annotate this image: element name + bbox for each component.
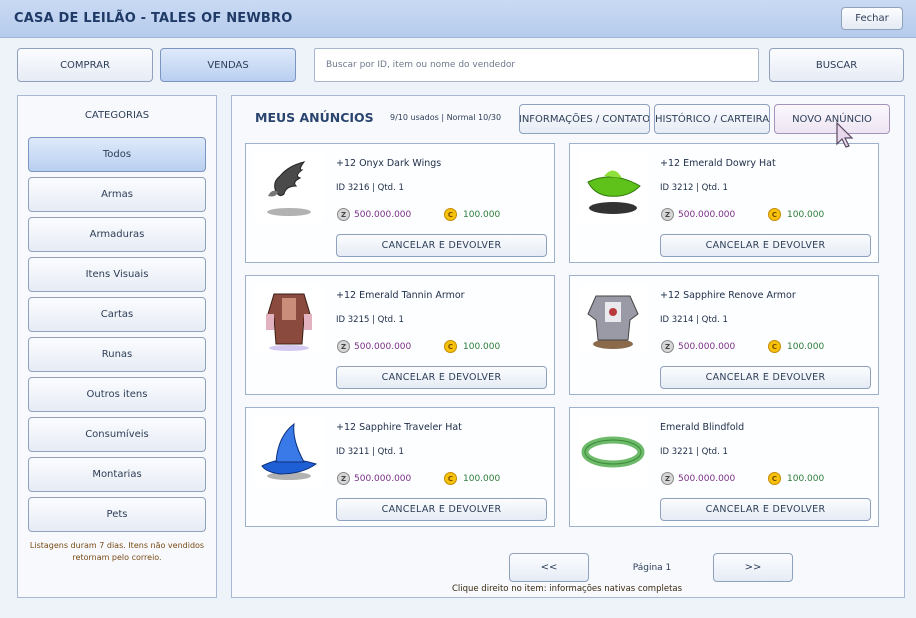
item-id-qty: ID 3214 | Qtd. 1 [660,315,728,325]
item-name: +12 Sapphire Traveler Hat [336,422,462,433]
new-listing-button[interactable]: NOVO ANÚNCIO [774,104,890,134]
renove-armor-icon[interactable] [578,284,648,354]
next-page-button[interactable]: >> [713,553,793,582]
listing-card[interactable]: +12 Emerald Dowry Hat ID 3212 | Qtd. 1 Z 50… [569,143,879,263]
category-sidebar: CATEGORIAS Todos Armas Armaduras Itens Visu… [17,95,217,598]
zeny-coin-icon: Z [661,472,674,485]
page-indicator: Página 1 [632,563,672,573]
mouse-cursor-icon [836,122,854,148]
cash-price: 100.000 [787,342,825,352]
blue-hat-icon[interactable] [254,416,324,486]
history-wallet-button[interactable]: HISTÓRICO / CARTEIRA [654,104,770,134]
item-name: +12 Onyx Dark Wings [336,158,442,169]
item-name: +12 Sapphire Renove Armor [660,290,796,301]
page-title: MEUS ANÚNCIOS [255,110,374,125]
tab-vendas[interactable]: VENDAS [160,48,296,82]
prev-page-button[interactable]: << [509,553,589,582]
cash-coin-icon: C [444,208,457,221]
window-title: CASA DE LEILÃO - TALES OF NEWBRO [14,11,293,26]
listing-card[interactable]: +12 Onyx Dark Wings ID 3216 | Qtd. 1 Z 500.… [245,143,555,263]
category-heading: CATEGORIAS [84,110,150,121]
cash-coin-icon: C [768,472,781,485]
zeny-coin-icon: Z [337,208,350,221]
sidebar-item-runas[interactable]: Runas [28,337,206,372]
item-name: Emerald Blindfold [660,422,745,433]
tab-comprar[interactable]: COMPRAR [17,48,153,82]
title-bar: CASA DE LEILÃO - TALES OF NEWBRO Fechar [0,0,916,38]
blindfold-icon[interactable] [578,416,648,486]
sidebar-item-armas[interactable]: Armas [28,177,206,212]
search-input[interactable] [314,48,759,82]
sidebar-item-itens-visuais[interactable]: Itens Visuais [28,257,206,292]
item-id-qty: ID 3215 | Qtd. 1 [336,315,404,325]
zeny-price: 500.000.000 [678,210,736,220]
sidebar-item-armaduras[interactable]: Armaduras [28,217,206,252]
sidebar-item-montarias[interactable]: Montarias [28,457,206,492]
zeny-price: 500.000.000 [678,342,736,352]
zeny-price: 500.000.000 [678,474,736,484]
sidebar-item-cartas[interactable]: Cartas [28,297,206,332]
cancel-return-button[interactable]: CANCELAR E DEVOLVER [336,498,547,521]
usage-counter: 9/10 usados | Normal 10/30 [390,113,502,122]
cancel-return-button[interactable]: CANCELAR E DEVOLVER [336,366,547,389]
listing-card[interactable]: +12 Sapphire Traveler Hat ID 3211 | Qtd. … [245,407,555,527]
cash-price: 100.000 [787,210,825,220]
tannin-armor-icon[interactable] [254,284,324,354]
right-click-hint: Clique direito no item: informações nati… [451,584,683,594]
item-id-qty: ID 3211 | Qtd. 1 [336,447,404,457]
listing-card[interactable]: Emerald Blindfold ID 3221 | Qtd. 1 Z 500.00… [569,407,879,527]
info-contact-button[interactable]: INFORMAÇÕES / CONTATO [519,104,650,134]
cash-price: 100.000 [463,474,501,484]
zeny-price: 500.000.000 [354,342,412,352]
cash-price: 100.000 [463,210,501,220]
zeny-price: 500.000.000 [354,474,412,484]
cancel-return-button[interactable]: CANCELAR E DEVOLVER [660,366,871,389]
zeny-coin-icon: Z [661,340,674,353]
zeny-coin-icon: Z [661,208,674,221]
sidebar-item-outros-itens[interactable]: Outros itens [28,377,206,412]
listing-duration-note: Listagens duram 7 dias. Itens não vendid… [29,541,205,562]
search-button[interactable]: BUSCAR [769,48,904,82]
green-hat-icon[interactable] [578,152,648,222]
cash-price: 100.000 [787,474,825,484]
close-button[interactable]: Fechar [841,7,903,30]
cancel-return-button[interactable]: CANCELAR E DEVOLVER [336,234,547,257]
cancel-return-button[interactable]: CANCELAR E DEVOLVER [660,234,871,257]
zeny-price: 500.000.000 [354,210,412,220]
sidebar-item-todos[interactable]: Todos [28,137,206,172]
my-listings-panel: MEUS ANÚNCIOS 9/10 usados | Normal 10/30… [231,95,905,598]
listing-card[interactable]: +12 Emerald Tannin Armor ID 3215 | Qtd. 1… [245,275,555,395]
cash-coin-icon: C [768,340,781,353]
zeny-coin-icon: Z [337,340,350,353]
item-id-qty: ID 3221 | Qtd. 1 [660,447,728,457]
listing-card[interactable]: +12 Sapphire Renove Armor ID 3214 | Qtd. … [569,275,879,395]
cash-coin-icon: C [444,472,457,485]
sidebar-item-consumíveis[interactable]: Consumíveis [28,417,206,452]
sidebar-item-pets[interactable]: Pets [28,497,206,532]
item-id-qty: ID 3212 | Qtd. 1 [660,183,728,193]
item-name: +12 Emerald Dowry Hat [660,158,776,169]
cash-coin-icon: C [444,340,457,353]
zeny-coin-icon: Z [337,472,350,485]
item-name: +12 Emerald Tannin Armor [336,290,465,301]
cash-coin-icon: C [768,208,781,221]
cash-price: 100.000 [463,342,501,352]
cancel-return-button[interactable]: CANCELAR E DEVOLVER [660,498,871,521]
dark-wings-icon[interactable] [254,152,324,222]
item-id-qty: ID 3216 | Qtd. 1 [336,183,404,193]
